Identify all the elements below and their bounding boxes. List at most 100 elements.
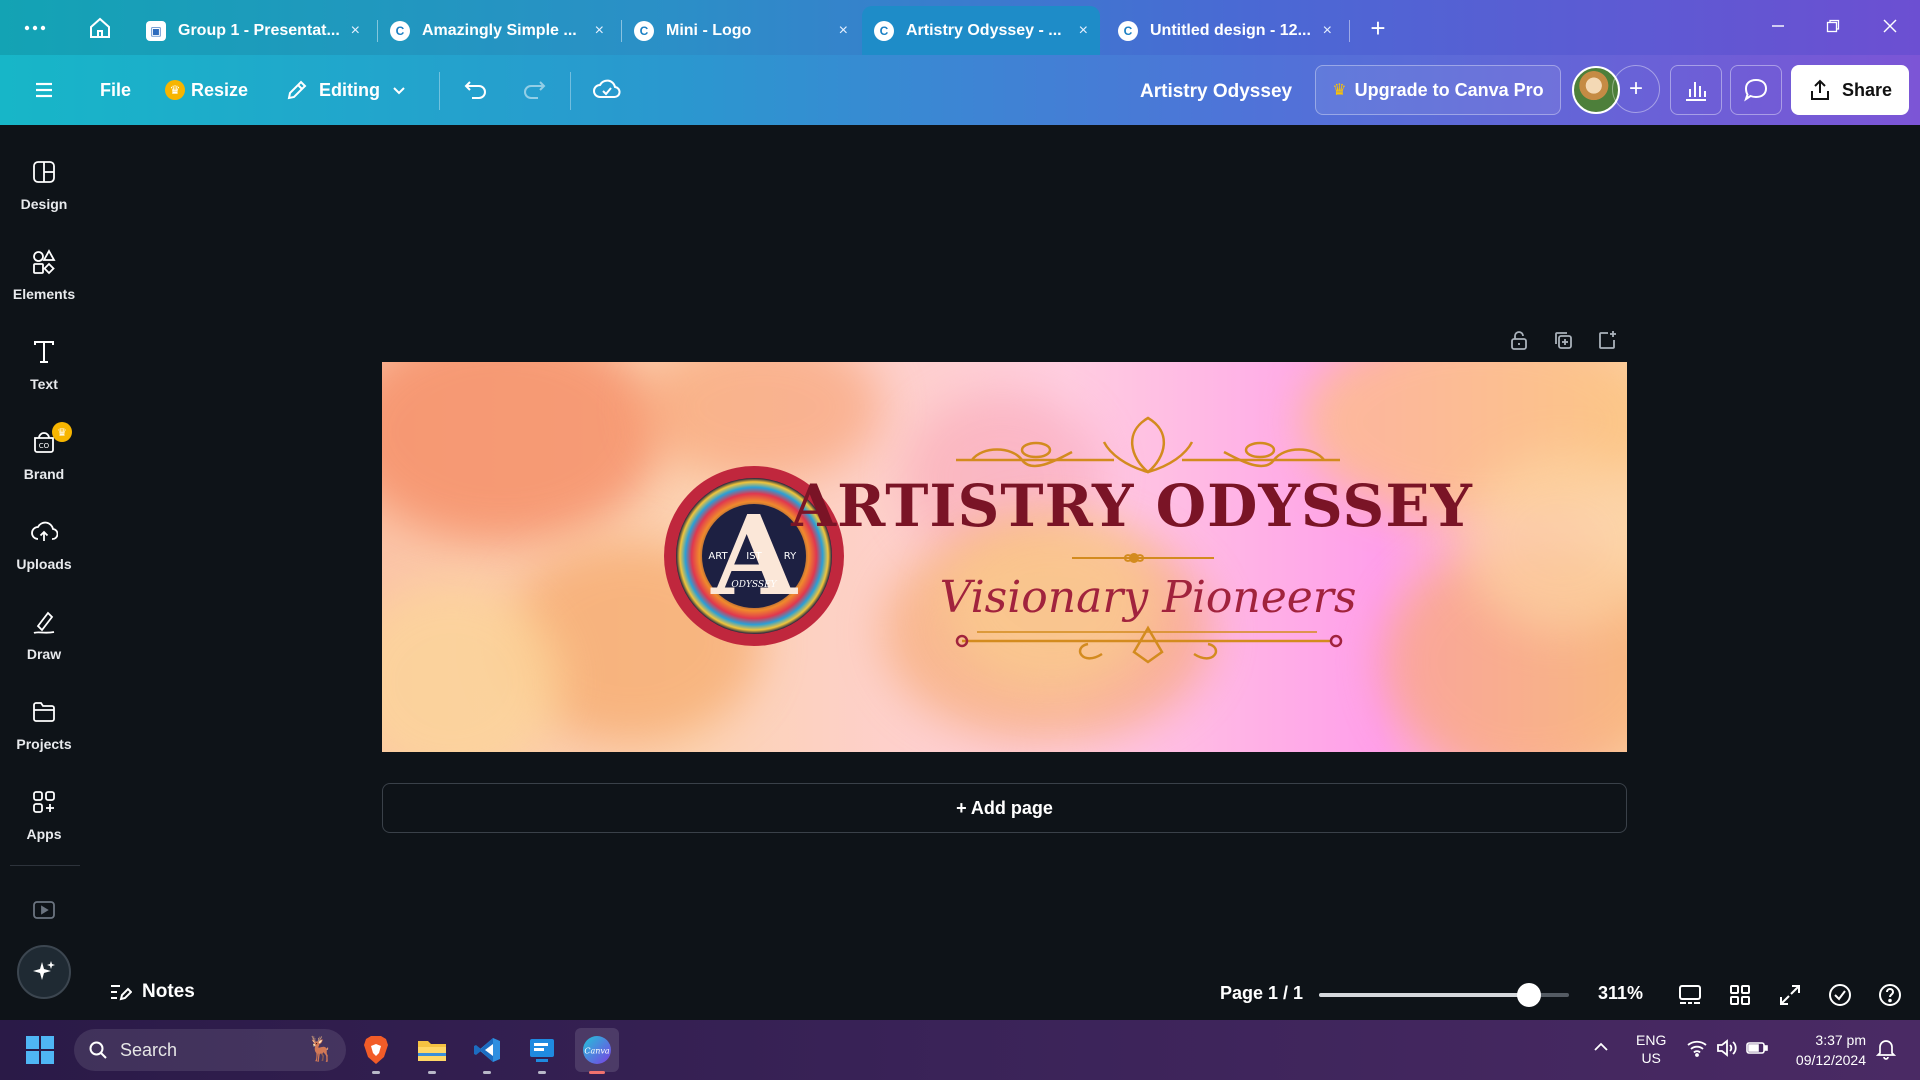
sidebar-item-projects[interactable]: Projects: [0, 690, 88, 770]
show-hidden-icons[interactable]: [1592, 1038, 1610, 1059]
add-page-icon[interactable]: [1592, 325, 1622, 355]
page-indicator[interactable]: Page 1 / 1: [1220, 983, 1303, 1004]
upload-icon: [1810, 79, 1829, 100]
duplicate-page-icon[interactable]: [1548, 325, 1578, 355]
upgrade-pro-button[interactable]: ♛ Upgrade to Canva Pro: [1315, 65, 1561, 115]
top-ornament: [956, 416, 1340, 474]
new-tab-button[interactable]: +: [1364, 13, 1392, 43]
svg-text:Canva: Canva: [584, 1047, 610, 1056]
tab-mini-logo[interactable]: C Mini - Logo ×: [622, 6, 860, 55]
lock-icon[interactable]: [1504, 325, 1534, 355]
sidebar-item-label: Projects: [16, 736, 72, 752]
design-title: ARTISTRY ODYSSEY: [790, 472, 1473, 540]
search-icon: [89, 1041, 107, 1059]
browser-menu-icon[interactable]: [21, 14, 49, 42]
language-code: ENG: [1636, 1032, 1667, 1048]
sidebar-item-label: Apps: [26, 826, 62, 842]
grid-view-icon[interactable]: [1725, 980, 1755, 1010]
editing-label: Editing: [319, 79, 380, 100]
close-tab-icon[interactable]: ×: [351, 22, 360, 40]
tab-amazingly-simple[interactable]: C Amazingly Simple ... ×: [378, 6, 616, 55]
page-view-icon[interactable]: [1675, 980, 1705, 1010]
text-icon: [34, 341, 54, 363]
main-menu-icon[interactable]: [32, 72, 56, 108]
canva-favicon-icon: C: [390, 20, 410, 41]
file-menu-button[interactable]: File: [100, 72, 131, 108]
resize-button[interactable]: ♛ Resize: [165, 72, 248, 108]
zoom-slider-handle[interactable]: [1517, 983, 1541, 1007]
sidebar-item-brand[interactable]: CO ♛ Brand: [0, 420, 88, 500]
sidebar-item-design[interactable]: Design: [0, 150, 88, 230]
notifications-icon[interactable]: [1875, 1038, 1897, 1063]
battery-icon[interactable]: [1746, 1040, 1768, 1059]
sidebar-item-label: Text: [30, 376, 58, 392]
tab-group-presentation[interactable]: ▣ Group 1 - Presentat... ×: [134, 6, 372, 55]
volume-icon[interactable]: [1716, 1039, 1738, 1060]
fullscreen-icon[interactable]: [1775, 980, 1805, 1010]
brave-browser-icon[interactable]: [354, 1028, 398, 1074]
pencil-icon: [287, 80, 307, 100]
tab-artistry-odyssey[interactable]: C Artistry Odyssey - ... ×: [862, 6, 1100, 55]
tab-title: Amazingly Simple ...: [422, 21, 577, 39]
notes-label: Notes: [142, 981, 195, 1002]
zoom-slider[interactable]: [1319, 983, 1569, 1007]
share-label: Share: [1841, 79, 1893, 100]
sidebar-item-elements[interactable]: Elements: [0, 240, 88, 320]
add-collaborator-button[interactable]: +: [1612, 65, 1660, 113]
vscode-icon[interactable]: [465, 1028, 509, 1074]
close-tab-icon[interactable]: ×: [1323, 22, 1332, 40]
file-explorer-icon[interactable]: [410, 1028, 454, 1074]
close-tab-icon[interactable]: ×: [839, 22, 848, 40]
insights-button[interactable]: [1670, 65, 1722, 115]
zoom-level[interactable]: 311%: [1598, 983, 1643, 1004]
sidebar-item-label: Uploads: [16, 556, 72, 572]
deer-illustration-icon: 🦌: [306, 1036, 336, 1063]
cloud-saved-icon[interactable]: [592, 72, 622, 108]
language-indicator[interactable]: ENG US: [1636, 1031, 1666, 1067]
minimize-icon[interactable]: [1758, 12, 1798, 40]
taskbar-search[interactable]: Search 🦌: [74, 1029, 346, 1071]
clock-time: 3:37 pm: [1815, 1032, 1866, 1048]
windows-start-icon[interactable]: [18, 1028, 62, 1072]
help-icon[interactable]: [1875, 980, 1905, 1010]
notes-button[interactable]: Notes: [108, 980, 195, 1004]
wifi-icon[interactable]: [1686, 1039, 1708, 1060]
redo-icon[interactable]: [520, 72, 548, 108]
clock[interactable]: 3:37 pm 09/12/2024: [1782, 1030, 1866, 1070]
shapes-icon: [33, 249, 56, 275]
page-tools: [1504, 325, 1622, 355]
sidebar-item-label: Draw: [26, 646, 62, 662]
close-tab-icon[interactable]: ×: [595, 22, 604, 40]
add-page-button[interactable]: + Add page: [382, 783, 1627, 833]
magic-assistant-button[interactable]: [17, 945, 71, 999]
share-button[interactable]: Share: [1791, 65, 1909, 115]
close-tab-icon[interactable]: ×: [1079, 22, 1088, 40]
sidebar-item-label: Design: [20, 196, 68, 212]
sidebar-item-uploads[interactable]: Uploads: [0, 510, 88, 590]
home-icon[interactable]: [86, 14, 114, 42]
restore-icon[interactable]: [1813, 12, 1853, 40]
sidebar-item-apps[interactable]: Apps: [0, 780, 88, 860]
notes-icon: [111, 985, 132, 1001]
comments-button[interactable]: [1730, 65, 1782, 115]
bar-chart-icon: [1686, 82, 1706, 101]
check-status-icon[interactable]: [1825, 980, 1855, 1010]
comment-icon: [1744, 78, 1768, 102]
layout-icon: [33, 161, 55, 183]
draw-icon: [33, 611, 55, 634]
sidebar-item-text[interactable]: Text: [0, 330, 88, 410]
design-canvas[interactable]: A ART IST RY ODYSSEY ARTISTRY ODYSSEY Vi…: [382, 362, 1627, 752]
video-icon[interactable]: [31, 897, 57, 928]
document-title[interactable]: Artistry Odyssey: [1140, 81, 1292, 103]
undo-icon[interactable]: [462, 72, 490, 108]
canva-app-icon[interactable]: Canva: [575, 1028, 619, 1074]
close-window-icon[interactable]: [1870, 12, 1910, 40]
tab-untitled-design[interactable]: C Untitled design - 12... ×: [1106, 6, 1344, 55]
apps-grid-icon: [33, 791, 55, 813]
design-artwork: A ART IST RY ODYSSEY ARTISTRY ODYSSEY Vi…: [664, 416, 1473, 664]
sidebar-item-label: Elements: [12, 286, 76, 302]
editing-mode-button[interactable]: Editing: [285, 72, 408, 108]
remote-app-icon[interactable]: [520, 1028, 564, 1074]
tab-title: Untitled design - 12...: [1150, 21, 1311, 39]
sidebar-item-draw[interactable]: Draw: [0, 600, 88, 680]
